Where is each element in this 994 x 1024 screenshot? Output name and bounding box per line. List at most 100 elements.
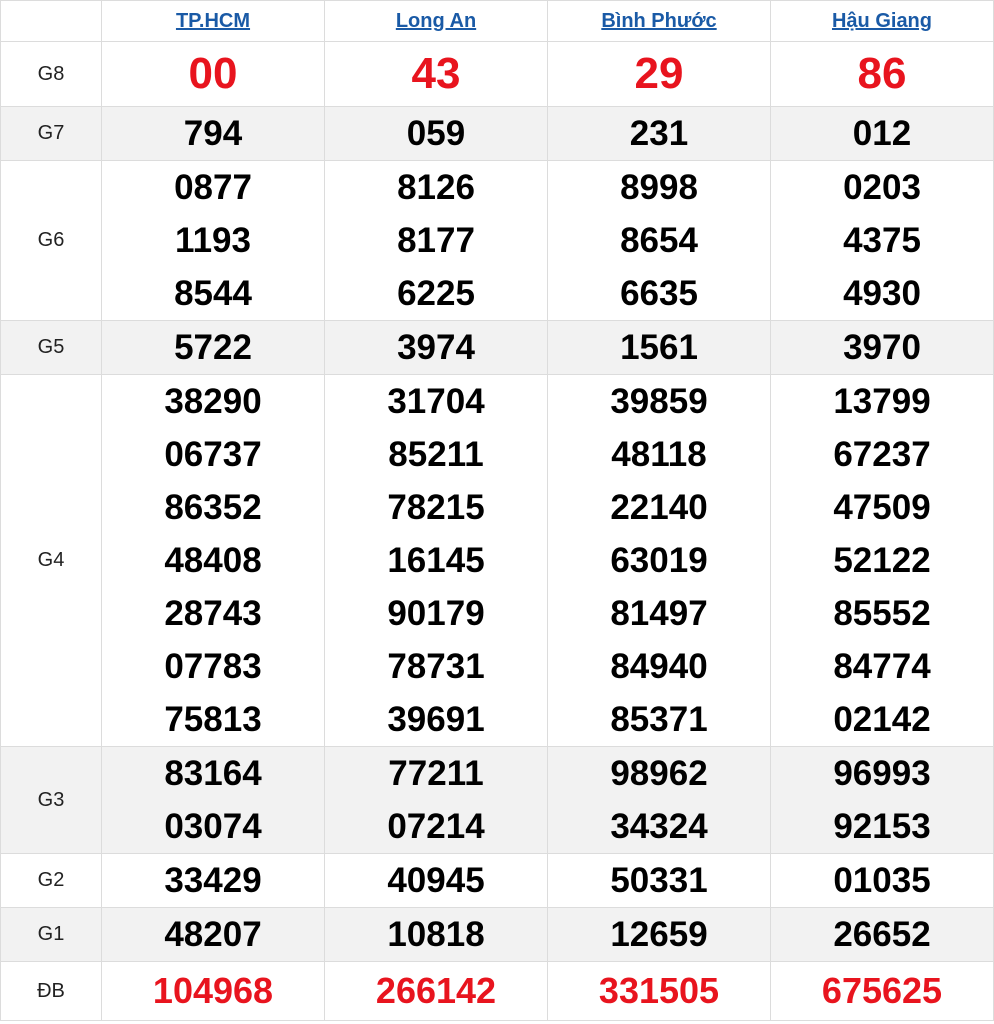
- prize-cell: 40945: [324, 853, 548, 908]
- prize-label: G7: [0, 106, 102, 161]
- prize-number: 07214: [387, 807, 485, 846]
- prize-number: 29: [634, 49, 684, 98]
- prize-number: 43: [411, 49, 461, 98]
- province-header-row: TP.HCM Long An Bình Phước Hậu Giang: [0, 0, 994, 42]
- prize-cell: 77211 07214: [324, 746, 548, 854]
- prize-number: 03074: [164, 807, 262, 846]
- special-prize-number: 104968: [152, 970, 274, 1011]
- prize-number: 86352: [164, 488, 262, 527]
- prize-number: 75813: [164, 700, 262, 739]
- prize-number: 794: [183, 114, 243, 153]
- prize-number: 13799: [833, 382, 931, 421]
- prize-row-g2: G2 33429 40945 50331 01035: [0, 853, 994, 908]
- prize-number: 12659: [610, 915, 708, 954]
- prize-cell: 3970: [770, 320, 994, 375]
- prize-number: 3970: [843, 328, 921, 367]
- prize-cell: 01035: [770, 853, 994, 908]
- prize-cell: 83164 03074: [101, 746, 325, 854]
- prize-number: 0877: [174, 168, 252, 207]
- prize-number: 1193: [175, 221, 251, 260]
- prize-cell: 12659: [547, 907, 771, 962]
- province-header: Bình Phước: [547, 0, 771, 42]
- province-header: TP.HCM: [101, 0, 325, 42]
- prize-label: ĐB: [0, 961, 102, 1021]
- prize-row-g4: G4 38290 06737 86352 48408 28743 07783 7…: [0, 374, 994, 747]
- prize-number: 22140: [610, 488, 708, 527]
- prize-cell: 48207: [101, 907, 325, 962]
- province-link-long-an[interactable]: Long An: [396, 10, 476, 32]
- prize-number: 85371: [610, 700, 708, 739]
- prize-cell: 331505: [547, 961, 771, 1021]
- prize-number: 02142: [833, 700, 931, 739]
- prize-cell: 012: [770, 106, 994, 161]
- prize-number: 28743: [164, 594, 262, 633]
- special-prize-number: 266142: [375, 970, 497, 1011]
- prize-number: 01035: [833, 861, 931, 900]
- prize-number: 26652: [833, 915, 931, 954]
- prize-number: 3974: [397, 328, 475, 367]
- prize-number: 92153: [833, 807, 931, 846]
- special-prize-number: 331505: [598, 970, 720, 1011]
- prize-label: G4: [0, 374, 102, 747]
- prize-cell: 794: [101, 106, 325, 161]
- prize-number: 85211: [388, 435, 484, 474]
- prize-number: 98962: [610, 754, 708, 793]
- prize-label: G2: [0, 853, 102, 908]
- prize-label: G1: [0, 907, 102, 962]
- prize-cell: 0203 4375 4930: [770, 160, 994, 321]
- prize-number: 8126: [397, 168, 475, 207]
- prize-number: 52122: [833, 541, 931, 580]
- prize-number: 6225: [397, 274, 475, 313]
- prize-number: 5722: [174, 328, 252, 367]
- prize-cell: 86: [770, 41, 994, 107]
- prize-cell: 13799 67237 47509 52122 85552 84774 0214…: [770, 374, 994, 747]
- prize-number: 47509: [833, 488, 931, 527]
- prize-number: 31704: [387, 382, 485, 421]
- province-link-tphcm[interactable]: TP.HCM: [176, 10, 250, 32]
- prize-row-g8: G8 00 43 29 86: [0, 41, 994, 107]
- prize-cell: 33429: [101, 853, 325, 908]
- prize-number: 85552: [833, 594, 931, 633]
- prize-number: 67237: [833, 435, 931, 474]
- prize-row-special: ĐB 104968 266142 331505 675625: [0, 961, 994, 1021]
- prize-cell: 231: [547, 106, 771, 161]
- prize-cell: 0877 1193 8544: [101, 160, 325, 321]
- prize-cell: 26652: [770, 907, 994, 962]
- prize-cell: 10818: [324, 907, 548, 962]
- prize-cell: 98962 34324: [547, 746, 771, 854]
- prize-number: 012: [852, 114, 912, 153]
- province-header: Long An: [324, 0, 548, 42]
- prize-number: 06737: [164, 435, 262, 474]
- prize-row-g7: G7 794 059 231 012: [0, 106, 994, 161]
- prize-number: 1561: [620, 328, 698, 367]
- prize-label: G6: [0, 160, 102, 321]
- prize-number: 34324: [610, 807, 708, 846]
- prize-cell: 31704 85211 78215 16145 90179 78731 3969…: [324, 374, 548, 747]
- province-header: Hậu Giang: [770, 0, 994, 42]
- prize-number: 40945: [387, 861, 485, 900]
- prize-number: 6635: [620, 274, 698, 313]
- prize-cell: 38290 06737 86352 48408 28743 07783 7581…: [101, 374, 325, 747]
- prize-cell: 00: [101, 41, 325, 107]
- prize-cell: 29: [547, 41, 771, 107]
- prize-number: 39691: [387, 700, 485, 739]
- prize-number: 84774: [833, 647, 931, 686]
- prize-number: 38290: [164, 382, 262, 421]
- prize-number: 33429: [164, 861, 262, 900]
- prize-cell: 059: [324, 106, 548, 161]
- prize-number: 059: [406, 114, 466, 153]
- prize-cell: 8998 8654 6635: [547, 160, 771, 321]
- prize-number: 48207: [164, 915, 262, 954]
- prize-number: 00: [188, 49, 238, 98]
- prize-row-g6: G6 0877 1193 8544 8126 8177 6225 8998 86…: [0, 160, 994, 321]
- special-prize-number: 675625: [821, 970, 943, 1011]
- prize-cell: 8126 8177 6225: [324, 160, 548, 321]
- prize-number: 48408: [164, 541, 262, 580]
- prize-cell: 5722: [101, 320, 325, 375]
- prize-row-g1: G1 48207 10818 12659 26652: [0, 907, 994, 962]
- prize-row-g3: G3 83164 03074 77211 07214 98962 34324 9…: [0, 746, 994, 854]
- prize-number: 96993: [833, 754, 931, 793]
- province-link-hau-giang[interactable]: Hậu Giang: [832, 10, 932, 32]
- province-link-binh-phuoc[interactable]: Bình Phước: [601, 10, 716, 32]
- prize-number: 77211: [388, 754, 484, 793]
